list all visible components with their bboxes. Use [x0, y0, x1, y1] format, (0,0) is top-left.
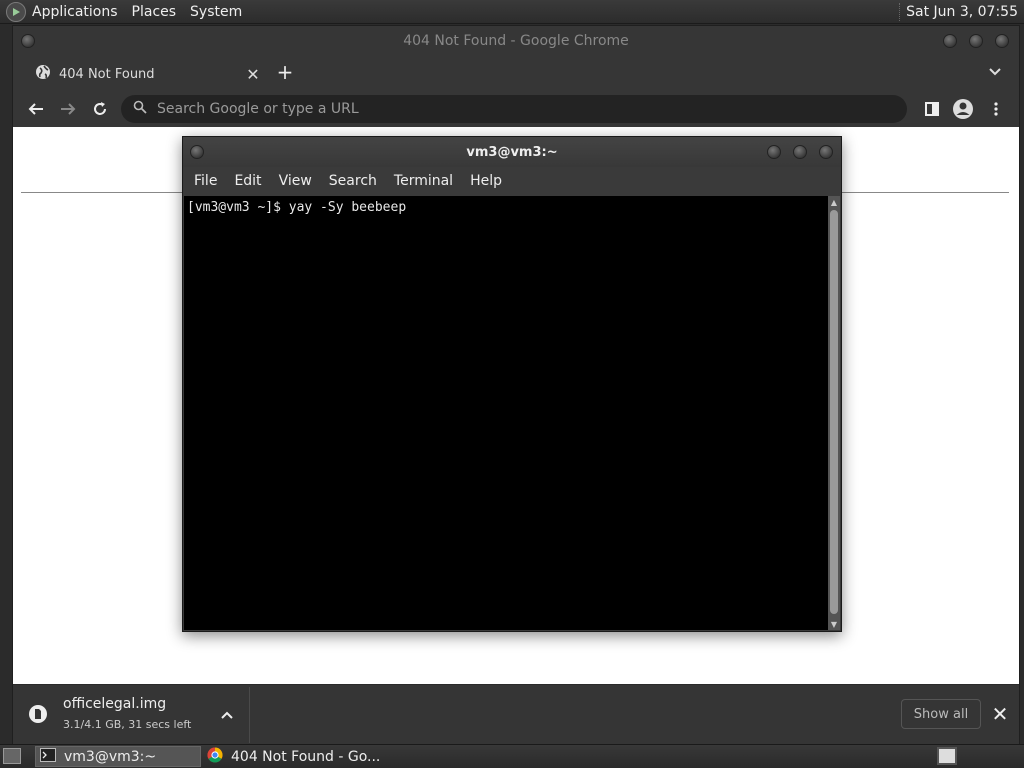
omnibox[interactable]	[121, 95, 907, 123]
terminal-titlebar[interactable]: vm3@vm3:~	[183, 137, 841, 167]
top-panel: Applications Places System Sat Jun 3, 07…	[0, 0, 1024, 24]
task-terminal-label: vm3@vm3:~	[64, 748, 157, 765]
menu-terminal[interactable]: Terminal	[394, 173, 453, 189]
terminal-scrollbar[interactable]: ▲ ▼	[828, 196, 840, 630]
menu-file[interactable]: File	[194, 173, 217, 189]
terminal-menubar: File Edit View Search Terminal Help	[183, 167, 841, 195]
menu-view[interactable]: View	[279, 173, 312, 189]
tab-404-not-found[interactable]: 404 Not Found ✕	[23, 58, 263, 90]
chrome-titlebar[interactable]: 404 Not Found - Google Chrome	[13, 26, 1019, 56]
tab-strip: 404 Not Found ✕ +	[13, 56, 1019, 90]
terminal-maximize-button[interactable]	[793, 145, 807, 159]
forward-button[interactable]	[55, 96, 81, 122]
task-chrome-label: 404 Not Found - Go...	[231, 748, 381, 765]
terminal-title: vm3@vm3:~	[466, 144, 558, 160]
tab-title: 404 Not Found	[59, 66, 155, 82]
window-menu-button[interactable]	[21, 34, 35, 48]
chrome-toolbar	[13, 92, 1019, 126]
clock[interactable]: Sat Jun 3, 07:55	[899, 2, 1024, 21]
workspace-switcher[interactable]	[937, 747, 957, 765]
file-icon	[29, 703, 47, 725]
terminal-window: vm3@vm3:~ File Edit View Search Terminal…	[182, 136, 842, 632]
menu-search[interactable]: Search	[329, 173, 377, 189]
download-status: 3.1/4.1 GB, 31 secs left	[63, 718, 192, 731]
scrollbar-thumb[interactable]	[830, 210, 838, 614]
close-download-bar-icon[interactable]: ✕	[989, 702, 1011, 726]
system-menu[interactable]: System	[190, 4, 242, 20]
tab-close-icon[interactable]: ✕	[243, 64, 263, 84]
scroll-down-arrow-icon[interactable]: ▼	[828, 618, 840, 630]
show-all-button[interactable]: Show all	[901, 699, 981, 729]
menu-edit[interactable]: Edit	[234, 173, 261, 189]
close-window-button[interactable]	[995, 34, 1009, 48]
side-panel-icon[interactable]	[919, 96, 945, 122]
scroll-up-arrow-icon[interactable]: ▲	[828, 196, 840, 208]
menu-help[interactable]: Help	[470, 173, 502, 189]
reload-button[interactable]	[87, 96, 113, 122]
distro-logo-icon[interactable]	[6, 1, 26, 22]
chevron-up-icon[interactable]	[217, 705, 237, 725]
more-menu-icon[interactable]	[983, 96, 1009, 122]
terminal-icon	[40, 747, 56, 766]
globe-icon	[35, 64, 51, 84]
download-filename: officelegal.img	[63, 696, 167, 712]
profile-avatar-icon[interactable]	[950, 96, 976, 122]
tab-search-chevron-icon[interactable]	[985, 62, 1005, 82]
download-bar: officelegal.img 3.1/4.1 GB, 31 secs left…	[13, 684, 1019, 745]
task-chrome[interactable]: 404 Not Found - Go...	[203, 746, 403, 767]
places-menu[interactable]: Places	[132, 4, 177, 20]
maximize-button[interactable]	[969, 34, 983, 48]
terminal-screen[interactable]: [vm3@vm3 ~]$ yay -Sy beebeep	[184, 196, 828, 630]
bottom-taskbar: vm3@vm3:~ 404 Not Found - Go...	[0, 744, 1024, 768]
new-tab-button[interactable]: +	[274, 60, 296, 84]
window-title: 404 Not Found - Google Chrome	[403, 33, 629, 49]
download-item[interactable]: officelegal.img 3.1/4.1 GB, 31 secs left	[23, 687, 250, 743]
terminal-minimize-button[interactable]	[767, 145, 781, 159]
task-terminal[interactable]: vm3@vm3:~	[35, 746, 201, 767]
terminal-close-button[interactable]	[819, 145, 833, 159]
search-icon	[133, 100, 147, 118]
applications-menu[interactable]: Applications	[32, 4, 118, 20]
address-input[interactable]	[155, 100, 907, 118]
back-button[interactable]	[23, 96, 49, 122]
terminal-command-line: [vm3@vm3 ~]$ yay -Sy beebeep	[187, 200, 407, 215]
minimize-button[interactable]	[943, 34, 957, 48]
show-desktop-icon[interactable]	[3, 748, 21, 764]
chrome-icon	[207, 747, 223, 767]
terminal-window-menu-button[interactable]	[190, 145, 204, 159]
